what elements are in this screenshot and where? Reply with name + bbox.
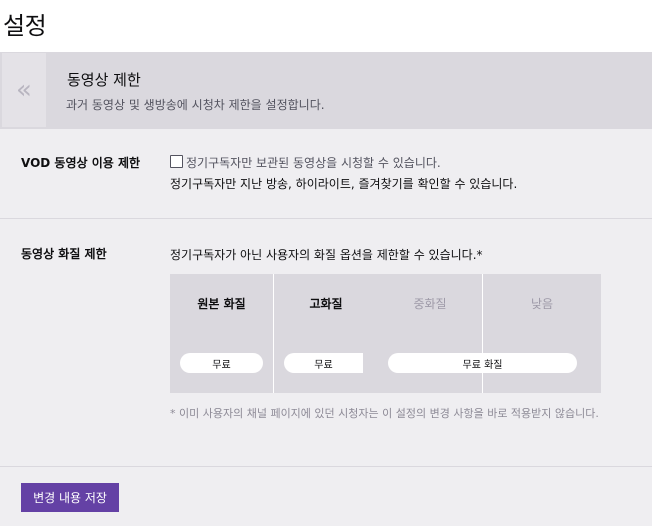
section-header [0,53,652,129]
section-title: 동영상 제한 [67,71,141,89]
vod-restriction-checkbox[interactable] [170,155,183,168]
free-tier-pill[interactable]: 무료 [284,353,363,373]
collapse-icon[interactable]: « [2,53,46,127]
quality-option-source[interactable]: 원본 화질 [170,295,273,312]
divider [0,466,652,467]
free-tier-pill[interactable]: 무료 [180,353,263,373]
vod-restriction-label: VOD 동영상 이용 제한 [21,156,141,170]
quality-option-high[interactable]: 고화질 [274,295,378,312]
quality-restriction-label: 동영상 화질 제한 [21,247,107,261]
page-title: 설정 [3,12,47,40]
vod-restriction-note: 정기구독자만 지난 방송, 하이라이트, 즐겨찾기를 확인할 수 있습니다. [170,177,518,191]
column-divider [273,274,274,393]
quality-tier-selector[interactable] [170,274,601,393]
quality-restriction-description: 정기구독자가 아닌 사용자의 화질 옵션을 제한할 수 있습니다.* [170,248,483,262]
quality-option-low[interactable]: 낮음 [483,295,601,312]
section-description: 과거 동영상 및 생방송에 시청차 제한을 설정합니다. [66,98,325,112]
free-quality-pill[interactable]: 무료 화질 [388,353,577,373]
divider [0,218,652,219]
quality-footnote: * 이미 사용자의 채널 페이지에 있던 시청자는 이 설정의 변경 사항을 바… [170,407,599,420]
vod-restriction-checkbox-label[interactable]: 정기구독자만 보관된 동영상을 시청할 수 있습니다. [186,154,441,171]
column-divider [482,274,483,393]
save-changes-button[interactable]: 변경 내용 저장 [21,483,119,512]
quality-option-medium[interactable]: 중화질 [378,295,482,312]
